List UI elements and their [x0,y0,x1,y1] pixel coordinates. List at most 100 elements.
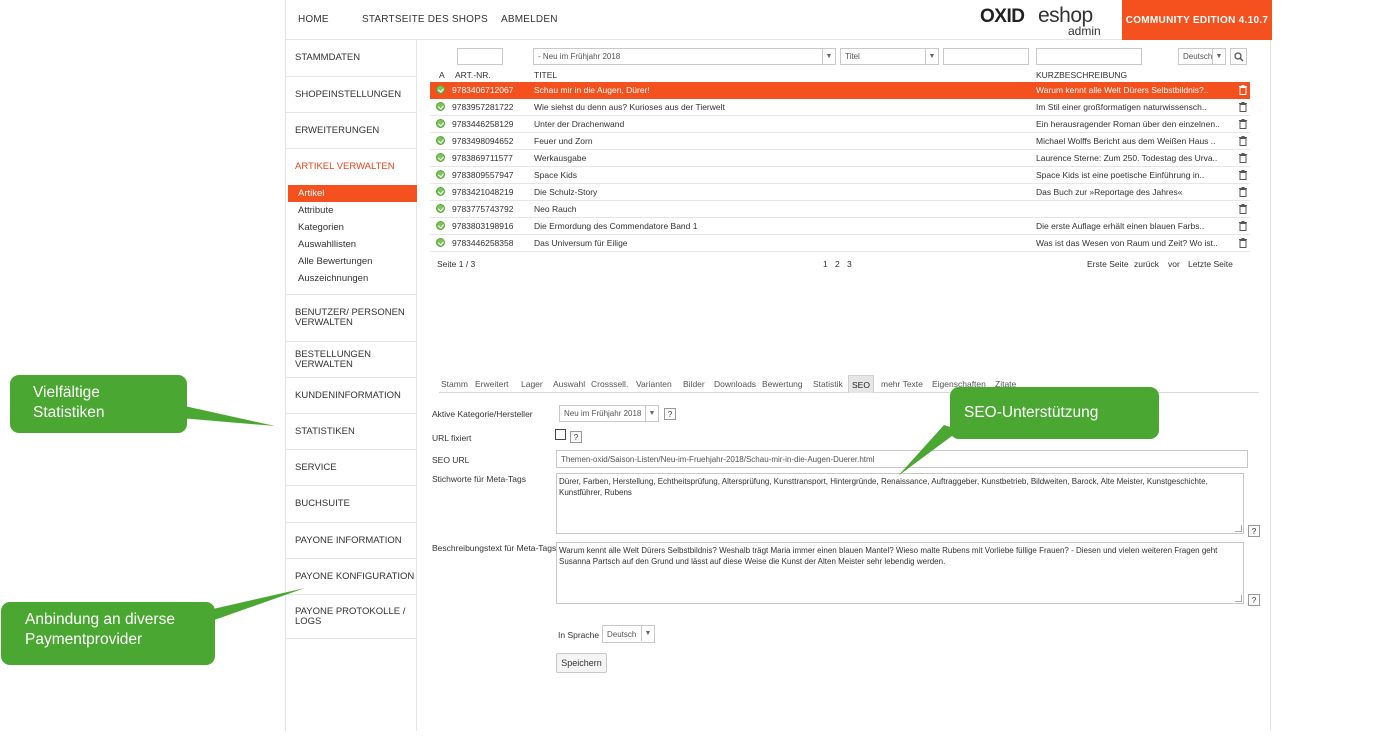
article-shortdesc: Ein herausragender Roman über den einzel… [1036,119,1220,129]
help-icon[interactable]: ? [1248,525,1260,537]
nav-shop-start-link[interactable]: STARTSEITE DES SHOPS [362,14,488,25]
artnum-filter-input[interactable] [457,48,503,65]
sidebar-subitem-auswahllisten[interactable]: Auswahllisten [288,236,417,253]
shortdesc-filter-input[interactable] [1036,48,1142,65]
stats-callout-pointer [180,405,275,426]
tab-varianten[interactable]: Varianten [633,375,675,393]
article-artnum: 9783809557947 [452,170,514,180]
sidebar-subitem-kategorien[interactable]: Kategorien [288,219,417,236]
trash-icon[interactable] [1239,204,1247,214]
column-header-title[interactable]: TITEL [534,70,557,80]
help-icon[interactable]: ? [570,431,582,443]
sidebar-item-buchsuite[interactable]: BUCHSUITE [286,486,417,523]
pager-first-link[interactable]: Erste Seite [1087,259,1129,269]
sidebar-item-bestellungen[interactable]: BESTELLUNGEN VERWALTEN [286,342,417,378]
category-filter-select[interactable]: - Neu im Frühjahr 2018 ▼ [533,48,836,65]
tab-auswahl[interactable]: Auswahl [550,375,588,393]
meta-keywords-textarea[interactable]: Dürer, Farben, Herstellung, Echtheitsprü… [556,473,1244,534]
sidebar-item-service[interactable]: SERVICE [286,450,417,486]
tab-downloads[interactable]: Downloads [711,375,759,393]
table-row[interactable]: 9783803198916 Die Ermordung des Commenda… [430,218,1250,235]
sidebar-subitem-attribute[interactable]: Attribute [288,202,417,219]
table-row[interactable]: 9783809557947 Space Kids Space Kids ist … [430,167,1250,184]
filter-row: - Neu im Frühjahr 2018 ▼ Titel ▼ Deutsch… [417,48,1272,66]
meta-description-textarea[interactable]: Warum kennt alle Welt Dürers Selbstbildn… [556,542,1244,604]
page-link-1[interactable]: 1 [823,259,828,269]
column-header-shortdesc[interactable]: KURZBESCHREIBUNG [1036,70,1127,80]
tab-stamm[interactable]: Stamm [438,375,471,393]
save-button[interactable]: Speichern [556,653,607,673]
language-select-value: Deutsch [607,629,637,639]
trash-icon[interactable] [1239,170,1247,180]
search-icon [1233,51,1243,61]
sidebar-item-payone-konfiguration[interactable]: PAYONE KONFIGURATION [286,559,417,595]
language-filter-select[interactable]: Deutsch ▼ [1178,48,1226,65]
url-fixed-checkbox[interactable] [555,429,566,440]
tab-lager[interactable]: Lager [518,375,546,393]
table-row[interactable]: 9783406712067 Schau mir in die Augen, Dü… [430,82,1250,99]
tab-bilder[interactable]: Bilder [680,375,708,393]
top-navigation: HOME STARTSEITE DES SHOPS ABMELDEN OXID … [286,0,1272,40]
tab-seo[interactable]: SEO [848,375,874,393]
page-link-2[interactable]: 2 [835,259,840,269]
page-link-3[interactable]: 3 [847,259,852,269]
sidebar-subitem-alle-bewertungen[interactable]: Alle Bewertungen [288,253,417,270]
title-filter-input[interactable] [943,48,1029,65]
sidebar-item-kundeninformation[interactable]: KUNDENINFORMATION [286,378,417,414]
tab-erweitert[interactable]: Erweitert [472,375,512,393]
table-row[interactable]: 9783957281722 Wie siehst du denn aus? Ku… [430,99,1250,116]
column-header-artnum[interactable]: ART.-NR. [455,70,491,80]
trash-icon[interactable] [1239,85,1247,95]
tab-crosssell[interactable]: Crosssell. [588,375,631,393]
trash-icon[interactable] [1239,238,1247,248]
trash-icon[interactable] [1239,136,1247,146]
seo-url-input[interactable]: Themen-oxid/Saison-Listen/Neu-im-Fruehja… [556,450,1248,468]
table-row[interactable]: 9783775743792 Neo Rauch [430,201,1250,218]
sidebar-item-artikel-verwalten[interactable]: ARTIKEL VERWALTEN [286,149,417,185]
seo-url-value: Themen-oxid/Saison-Listen/Neu-im-Fruehja… [561,454,875,464]
main-content: - Neu im Frühjahr 2018 ▼ Titel ▼ Deutsch… [417,40,1272,731]
trash-icon[interactable] [1239,221,1247,231]
nav-home-link[interactable]: HOME [298,14,329,25]
active-status-icon [436,221,445,230]
trash-icon[interactable] [1239,102,1247,112]
sidebar-subitem-auszeichnungen[interactable]: Auszeichnungen [288,270,417,287]
table-row[interactable]: 9783446258358 Das Universum für Eilige W… [430,235,1250,252]
sidebar-item-shopeinstellungen[interactable]: SHOPEINSTELLUNGEN [286,77,417,113]
help-icon[interactable]: ? [664,408,676,420]
edition-badge: COMMUNITY EDITION 4.10.7 [1122,0,1272,40]
sidebar-item-erweiterungen[interactable]: ERWEITERUNGEN [286,113,417,149]
seo-url-label: SEO URL [432,455,470,465]
tab-statistik[interactable]: Statistik [810,375,846,393]
tab-bewertung[interactable]: Bewertung [759,375,806,393]
pager-last-link[interactable]: Letzte Seite [1188,259,1233,269]
sidebar-item-benutzer[interactable]: BENUTZER/ PERSONEN VERWALTEN [286,295,417,342]
sidebar-item-statistiken[interactable]: STATISTIKEN [286,414,417,450]
trash-icon[interactable] [1239,153,1247,163]
table-row[interactable]: 9783498094652 Feuer und Zorn Michael Wol… [430,133,1250,150]
active-category-select[interactable]: Neu im Frühjahr 2018 ▼ [559,405,659,422]
sidebar-subitem-artikel[interactable]: Artikel [288,185,417,202]
sidebar-item-payone-information[interactable]: PAYONE INFORMATION [286,523,417,559]
active-status-icon [436,204,445,213]
nav-logout-link[interactable]: ABMELDEN [501,14,558,25]
article-title: Space Kids [534,170,577,180]
table-row[interactable]: 9783421048219 Die Schulz-Story Das Buch … [430,184,1250,201]
callout-seo: SEO-Unterstützung [950,387,1159,439]
tab-mehr-texte[interactable]: mehr Texte [878,375,926,393]
sidebar-item-payone-protokolle[interactable]: PAYONE PROTOKOLLE / LOGS [286,595,417,639]
pager-back-link[interactable]: zurück [1134,259,1159,269]
table-row[interactable]: 9783446258129 Unter der Drachenwand Ein … [430,116,1250,133]
sidebar-item-stammdaten[interactable]: STAMMDATEN [286,40,417,77]
article-artnum: 9783869711577 [452,153,513,163]
search-button[interactable] [1230,48,1247,65]
help-icon[interactable]: ? [1248,594,1260,606]
active-status-icon [436,102,445,111]
table-row[interactable]: 9783869711577 Werkausgabe Laurence Stern… [430,150,1250,167]
trash-icon[interactable] [1239,119,1247,129]
trash-icon[interactable] [1239,187,1247,197]
pager-forward-link[interactable]: vor [1168,259,1180,269]
language-select[interactable]: Deutsch ▼ [602,625,655,643]
column-header-active[interactable]: A [439,70,445,80]
field-filter-select[interactable]: Titel ▼ [840,48,939,65]
